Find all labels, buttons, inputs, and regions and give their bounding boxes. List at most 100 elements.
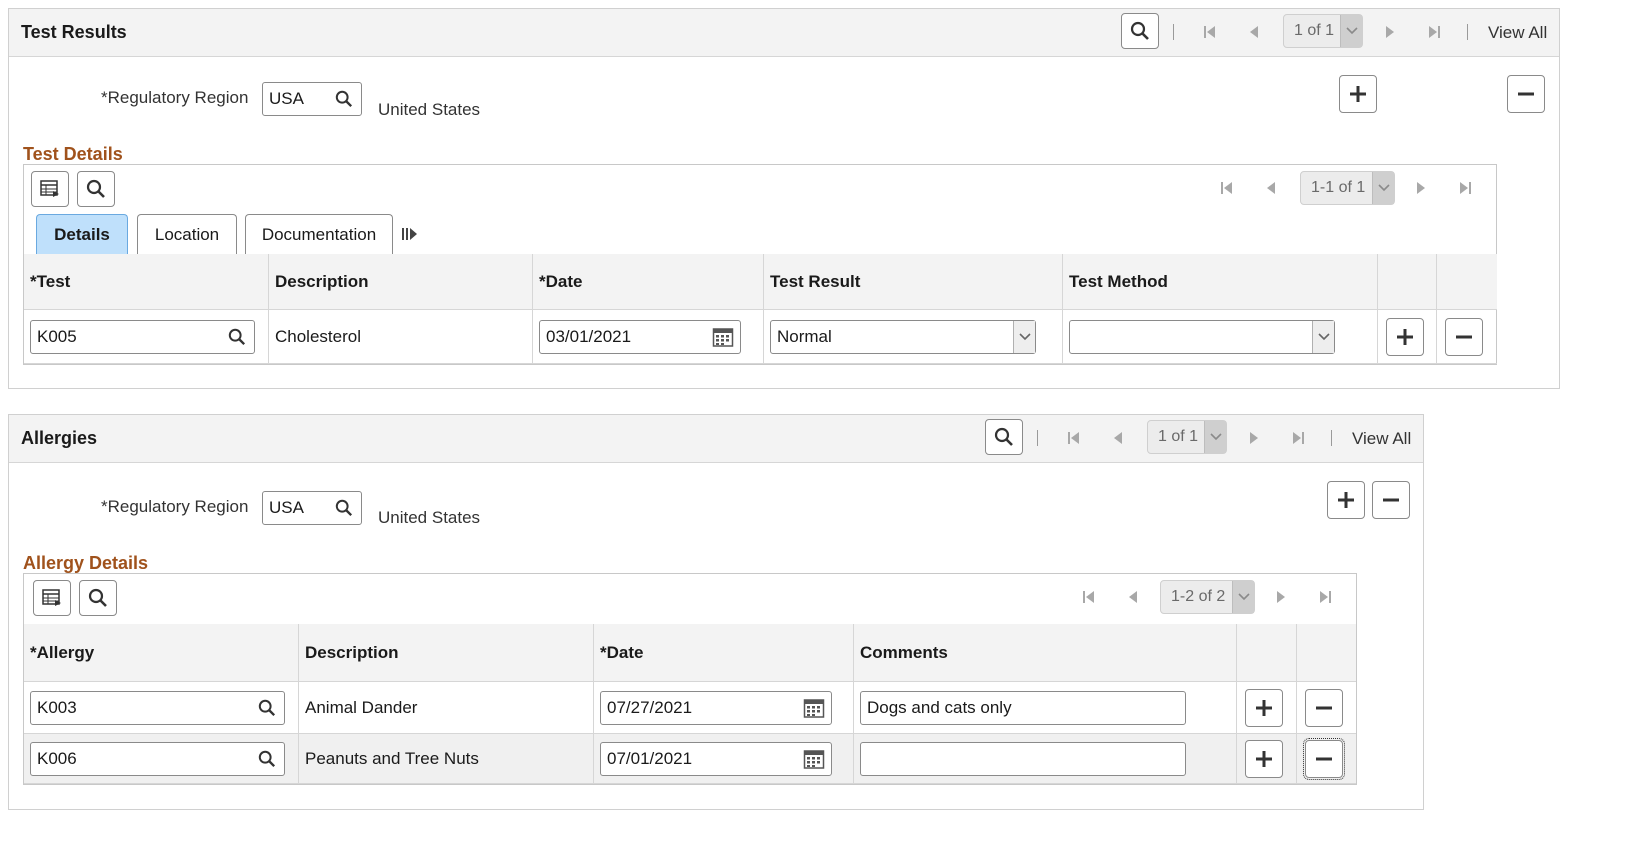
last-page-icon[interactable] (1425, 23, 1443, 41)
prev-page-icon[interactable] (1124, 588, 1142, 606)
allergy-date-field[interactable]: 07/27/2021 (600, 690, 832, 725)
search-icon[interactable] (333, 88, 355, 110)
allergies-pager[interactable]: 1 of 1 (1147, 420, 1227, 454)
first-page-icon[interactable] (1065, 429, 1083, 447)
pager-text: 1-2 of 2 (1171, 588, 1226, 605)
allergy-code-field[interactable]: K006 (30, 741, 285, 776)
search-icon[interactable] (333, 497, 355, 519)
allergy-code-value: K006 (37, 748, 77, 768)
last-page-icon[interactable] (1456, 179, 1474, 197)
test-results-region-field[interactable]: USA (262, 82, 362, 116)
test-result-select[interactable]: Normal (770, 319, 1036, 354)
search-icon (86, 179, 105, 198)
col-header-date: *Date (533, 254, 764, 310)
test-results-pager[interactable]: 1 of 1 (1283, 14, 1363, 48)
grid-personalize-button[interactable] (31, 171, 69, 207)
col-header-delete (1297, 624, 1356, 682)
tab-details[interactable]: Details (36, 214, 128, 254)
allergies-region-desc: United States (378, 508, 481, 527)
search-icon[interactable] (226, 326, 248, 348)
table-cell: 07/27/2021 (594, 682, 854, 734)
add-row-button[interactable] (1245, 739, 1283, 778)
delete-icon (1456, 335, 1472, 338)
calendar-icon[interactable] (712, 326, 734, 348)
prev-page-icon[interactable] (1245, 23, 1263, 41)
prev-page-icon[interactable] (1109, 429, 1127, 447)
region-value: USA (269, 498, 304, 517)
allergies-header: Allergies 1 of 1 View All (9, 415, 1423, 463)
search-icon[interactable] (256, 697, 278, 719)
delete-row-button[interactable] (1445, 317, 1483, 356)
allergies-region-field[interactable]: USA (262, 491, 362, 525)
allergies-add-button[interactable] (1327, 481, 1365, 519)
search-icon (994, 427, 1013, 446)
test-results-delete-button[interactable] (1507, 75, 1545, 113)
table-cell: K005 (24, 310, 269, 364)
grid-find-button[interactable] (77, 171, 115, 207)
first-page-icon[interactable] (1080, 588, 1098, 606)
allergies-title: Allergies (21, 428, 98, 448)
allergy-comments-field[interactable]: Dogs and cats only (860, 690, 1186, 725)
allergies-search-button[interactable] (985, 419, 1023, 455)
next-page-icon[interactable] (1412, 179, 1430, 197)
grid-find-button[interactable] (79, 580, 117, 616)
col-header-test-result: Test Result (764, 254, 1063, 310)
allergy-date-field[interactable]: 07/01/2021 (600, 741, 832, 776)
show-all-columns-icon[interactable] (401, 225, 419, 243)
test-code-value: K005 (37, 326, 77, 346)
allergy-date-value: 07/27/2021 (607, 697, 693, 717)
add-row-button[interactable] (1386, 317, 1424, 356)
test-results-add-button[interactable] (1339, 75, 1377, 113)
chevron-down-icon (1232, 581, 1254, 613)
first-page-icon[interactable] (1201, 23, 1219, 41)
add-row-button[interactable] (1245, 688, 1283, 727)
test-results-view-all-link[interactable]: View All (1488, 23, 1547, 43)
allergies-group: Allergies 1 of 1 View All *Regulatory Re… (8, 414, 1424, 810)
last-page-icon[interactable] (1316, 588, 1334, 606)
next-page-icon[interactable] (1245, 429, 1263, 447)
delete-row-button[interactable] (1303, 737, 1345, 780)
prev-page-icon[interactable] (1262, 179, 1280, 197)
col-header-test-method: Test Method (1063, 254, 1378, 310)
search-icon[interactable] (256, 748, 278, 770)
delete-row-button[interactable] (1305, 688, 1343, 727)
allergies-delete-button[interactable] (1372, 481, 1410, 519)
table-cell: K006 (24, 734, 299, 784)
calendar-icon[interactable] (803, 697, 825, 719)
next-page-icon[interactable] (1381, 23, 1399, 41)
test-date-field[interactable]: 03/01/2021 (539, 319, 741, 354)
last-page-icon[interactable] (1289, 429, 1307, 447)
allergy-code-field[interactable]: K003 (30, 690, 285, 725)
col-header-description: Description (269, 254, 533, 310)
nav-separator (1037, 430, 1038, 446)
table-cell (1237, 682, 1297, 734)
test-method-select[interactable] (1069, 319, 1335, 354)
table-cell (1297, 682, 1356, 734)
calendar-icon[interactable] (803, 748, 825, 770)
test-results-search-button[interactable] (1121, 13, 1159, 49)
table-cell: K003 (24, 682, 299, 734)
chevron-down-icon (1340, 15, 1362, 47)
allergy-comments-field[interactable] (860, 741, 1186, 776)
test-results-group: Test Results 1 of 1 View All *Regulatory… (8, 8, 1560, 389)
nav-separator (1173, 24, 1174, 40)
col-header-test: *Test (24, 254, 269, 310)
test-date-value: 03/01/2021 (546, 326, 632, 346)
test-details-pager[interactable]: 1-1 of 1 (1300, 171, 1395, 205)
delete-icon (1518, 92, 1534, 96)
next-page-icon[interactable] (1272, 588, 1290, 606)
test-code-field[interactable]: K005 (30, 319, 255, 354)
allergy-code-value: K003 (37, 697, 77, 717)
grid-personalize-button[interactable] (33, 580, 71, 616)
allergy-description: Animal Dander (305, 697, 418, 717)
search-icon (88, 588, 107, 607)
tab-documentation[interactable]: Documentation (245, 214, 393, 254)
nav-separator (1467, 24, 1468, 40)
allergy-details-title: Allergy Details (23, 553, 149, 573)
tab-location[interactable]: Location (137, 214, 237, 254)
allergy-details-pager[interactable]: 1-2 of 2 (1160, 580, 1255, 614)
first-page-icon[interactable] (1218, 179, 1236, 197)
allergies-view-all-link[interactable]: View All (1352, 429, 1411, 449)
delete-icon (1316, 706, 1332, 709)
delete-icon (1383, 498, 1399, 502)
